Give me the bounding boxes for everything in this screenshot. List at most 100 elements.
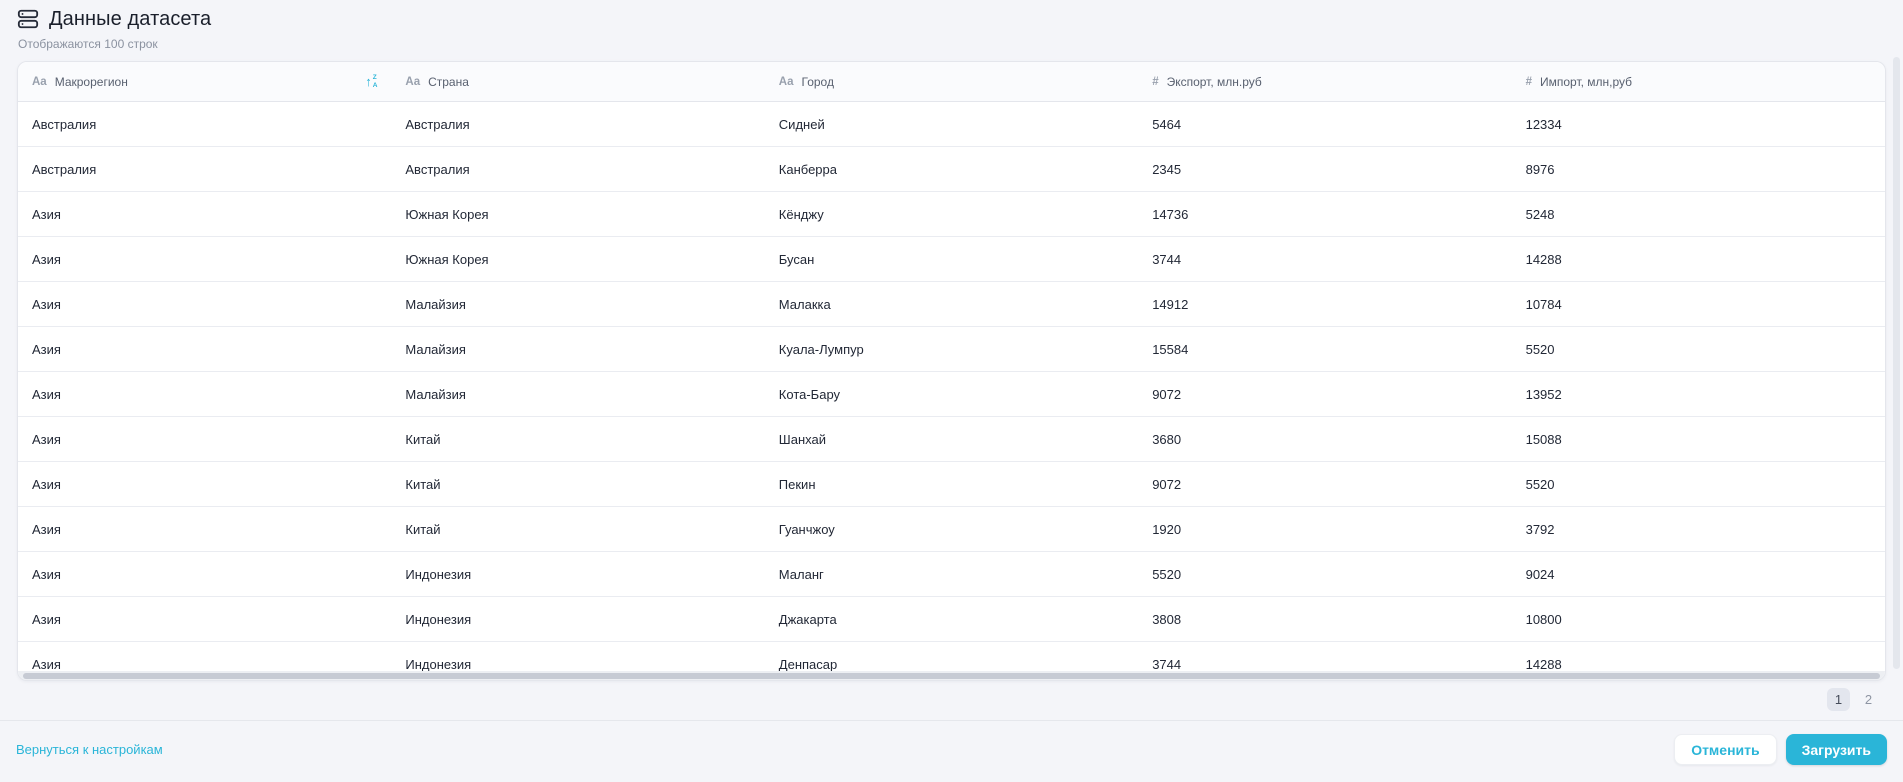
cell-city: Шанхай: [778, 431, 826, 447]
column-label: Страна: [428, 74, 469, 89]
cell-import: 3792: [1525, 521, 1555, 537]
cell-macroregion: Азия: [32, 521, 61, 537]
cell-country: Малайзия: [405, 386, 466, 402]
table-row: Азия Малайзия Куала-Лумпур 15584 5520: [18, 327, 1885, 372]
page-header: Данные датасета: [17, 6, 1886, 32]
table-body: Австралия Австралия Сидней 5464 12334 Австрал…: [18, 102, 1885, 680]
cell-macroregion: Азия: [32, 206, 61, 222]
cell-city: Маланг: [778, 566, 824, 582]
page-button-2[interactable]: 2: [1857, 688, 1880, 711]
cell-macroregion: Азия: [32, 386, 61, 402]
table-row: Азия Китай Пекин 9072 5520: [18, 462, 1885, 507]
column-label: Макрорегион: [54, 74, 128, 89]
column-header-country[interactable]: Aa Страна: [391, 62, 764, 101]
table-row: Азия Малайзия Малакка 14912 10784: [18, 282, 1885, 327]
cell-export: 3680: [1152, 431, 1182, 447]
horizontal-scrollbar-track: [18, 671, 1885, 680]
cell-import: 5248: [1525, 206, 1555, 222]
cell-export: 3744: [1152, 251, 1182, 267]
column-label: Импорт, млн,руб: [1540, 74, 1633, 89]
text-type-icon: Aa: [32, 75, 47, 88]
sort-letters: ZA: [372, 74, 378, 89]
cell-city: Куала-Лумпур: [778, 341, 864, 357]
cell-country: Индонезия: [405, 566, 472, 582]
cell-macroregion: Азия: [32, 251, 61, 267]
table-row: Азия Индонезия Джакарта 3808 10800: [18, 597, 1885, 642]
cell-country: Китай: [405, 476, 441, 492]
column-header-city[interactable]: Aa Город: [765, 62, 1138, 101]
text-type-icon: Aa: [405, 75, 421, 88]
cancel-button[interactable]: Отменить: [1674, 734, 1777, 765]
cell-import: 9024: [1525, 566, 1555, 582]
cell-macroregion: Австралия: [32, 161, 97, 177]
cell-export: 2345: [1152, 161, 1182, 177]
cell-import: 5520: [1525, 341, 1555, 357]
cell-macroregion: Азия: [32, 431, 61, 447]
cell-country: Китай: [405, 521, 441, 537]
cell-city: Гуанчжоу: [778, 521, 835, 537]
cell-export: 9072: [1152, 476, 1182, 492]
cell-city: Канберра: [778, 161, 837, 177]
cell-export: 3808: [1152, 611, 1182, 627]
submit-button[interactable]: Загрузить: [1785, 734, 1887, 765]
cell-import: 14288: [1525, 251, 1562, 267]
cell-country: Австралия: [405, 161, 470, 177]
back-to-settings-link[interactable]: Вернуться к настройкам: [16, 742, 163, 757]
rows-count-caption: Отображаются 100 строк: [18, 37, 158, 51]
cell-city: Джакарта: [778, 611, 837, 627]
cell-macroregion: Австралия: [32, 116, 97, 132]
cell-import: 5520: [1525, 476, 1555, 492]
vertical-scrollbar[interactable]: [1893, 57, 1900, 669]
cell-export: 15584: [1152, 341, 1189, 357]
table-row: Австралия Австралия Сидней 5464 12334: [18, 102, 1885, 147]
table-row: Австралия Австралия Канберра 2345 8976: [18, 147, 1885, 192]
cell-country: Малайзия: [405, 341, 466, 357]
cell-country: Австралия: [405, 116, 470, 132]
cell-country: Южная Корея: [405, 206, 489, 222]
sort-arrow-glyph: ↑: [365, 74, 372, 89]
cell-city: Малакка: [778, 296, 831, 312]
table-row: Азия Индонезия Маланг 5520 9024: [18, 552, 1885, 597]
column-label: Город: [801, 74, 834, 89]
cell-country: Индонезия: [405, 611, 472, 627]
page-title: Данные датасета: [49, 7, 212, 30]
pagination: 12: [17, 688, 1886, 711]
page-button-1[interactable]: 1: [1827, 688, 1850, 711]
dataset-icon: [17, 8, 39, 30]
cell-country: Малайзия: [405, 296, 466, 312]
cell-city: Кёнджу: [778, 206, 824, 222]
cell-import: 8976: [1525, 161, 1555, 177]
column-header-macroregion[interactable]: Aa Макрорегион ↑ Z A: [18, 62, 391, 101]
cell-export: 14736: [1152, 206, 1189, 222]
table-row: Азия Малайзия Кота-Бару 9072 13952: [18, 372, 1885, 417]
cell-city: Кота-Бару: [778, 386, 841, 402]
column-header-import[interactable]: # Импорт, млн,руб: [1512, 62, 1885, 101]
number-type-icon: #: [1525, 75, 1532, 88]
number-type-icon: #: [1152, 75, 1159, 88]
cell-export: 9072: [1152, 386, 1182, 402]
cell-import: 12334: [1525, 116, 1562, 132]
cell-city: Сидней: [778, 116, 825, 132]
cell-import: 15088: [1525, 431, 1562, 447]
cell-import: 10800: [1525, 611, 1562, 627]
cell-country: Китай: [405, 431, 441, 447]
table-row: Азия Китай Шанхай 3680 15088: [18, 417, 1885, 462]
data-table: Aa Макрорегион ↑ Z A Aa Страна Aa Город # Экспорт,…: [17, 61, 1886, 681]
cell-export: 14912: [1152, 296, 1189, 312]
column-label: Экспорт, млн.руб: [1166, 74, 1262, 89]
cell-import: 13952: [1525, 386, 1562, 402]
horizontal-scrollbar-thumb[interactable]: [23, 673, 1880, 679]
cell-import: 10784: [1525, 296, 1562, 312]
table-header-row: Aa Макрорегион ↑ Z A Aa Страна Aa Город # Экспорт,…: [18, 62, 1885, 102]
cell-export: 5520: [1152, 566, 1182, 582]
table-row: Азия Южная Корея Бусан 3744 14288: [18, 237, 1885, 282]
cell-macroregion: Азия: [32, 341, 61, 357]
column-header-export[interactable]: # Экспорт, млн.руб: [1138, 62, 1511, 101]
text-type-icon: Aa: [778, 75, 794, 88]
cell-export: 5464: [1152, 116, 1182, 132]
dataset-preview-page: Данные датасета Отображаются 100 строк A…: [0, 0, 1903, 711]
cell-city: Бусан: [778, 251, 815, 267]
sort-az-icon[interactable]: ↑ Z A: [365, 74, 377, 88]
cell-country: Южная Корея: [405, 251, 489, 267]
cell-macroregion: Азия: [32, 296, 61, 312]
